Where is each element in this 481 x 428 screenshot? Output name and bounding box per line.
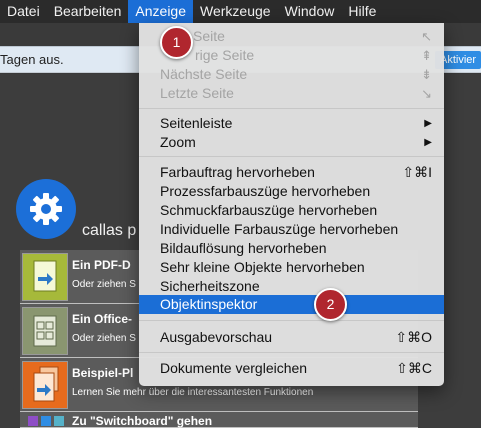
row-subtitle: Oder ziehen S [72,333,136,344]
menu-item-label: Seitenleiste [160,115,233,131]
menu-item-last-page: Letzte Seite ↘ [139,84,444,103]
menu-item-color-separations[interactable]: Farbauftrag hervorheben ⇧⌘I [139,163,444,182]
page-down-icon: ⇟ [421,67,432,82]
menu-item-label: Farbauftrag hervorheben [160,164,315,180]
menubar: Datei Bearbeiten Anzeige Werkzeuge Windo… [0,0,481,23]
menu-item-label: Individuelle Farbauszüge hervorheben [160,221,399,237]
arrow-up-left-icon: ↖ [421,29,432,44]
menu-item-safety-zone[interactable]: Sicherheitszone [139,277,444,296]
callout-badge-1: 1 [160,26,193,59]
menu-item-output-preview[interactable]: Ausgabevorschau ⇧⌘O [139,328,444,347]
menu-separator [139,108,444,109]
menu-item-label: Ausgabevorschau [160,329,273,345]
menu-item-label: Seite [193,28,225,44]
anzeige-menu: Seite ↖ rige Seite ⇞ Nächste Seite ⇟ Let… [139,23,444,386]
menu-item-label: Zoom [160,134,196,150]
menu-item-label: rige Seite [195,47,255,63]
menu-item-individual-separations[interactable]: Individuelle Farbauszüge hervorheben [139,220,444,239]
menu-item-zoom[interactable]: Zoom ▶ [139,133,444,152]
page-up-icon: ⇞ [421,48,432,63]
menu-item-next-page: Nächste Seite ⇟ [139,65,444,84]
sample-files-icon [22,361,68,409]
row-subtitle: Oder ziehen S [72,279,136,290]
submenu-arrow-icon: ▶ [424,118,432,129]
switchboard-icon [28,416,68,428]
row-title: Ein PDF-D [72,258,131,272]
menu-bearbeiten[interactable]: Bearbeiten [47,0,129,23]
menu-item-spot-separations[interactable]: Schmuckfarbauszüge hervorheben [139,201,444,220]
menu-item-sidebar[interactable]: Seitenleiste ▶ [139,114,444,133]
row-title: Ein Office- [72,312,133,326]
pdf-doc-icon [22,253,68,301]
menu-item-process-separations[interactable]: Prozessfarbauszüge hervorheben [139,182,444,201]
app-title: callas p [82,222,137,239]
menu-window[interactable]: Window [278,0,342,23]
menu-item-small-objects[interactable]: Sehr kleine Objekte hervorheben [139,258,444,277]
menu-item-label: Objektinspektor [160,296,258,312]
gear-icon [30,193,62,225]
menu-item-label: Nächste Seite [160,66,248,82]
row-subtitle: Lernen Sie mehr über die interessanteste… [72,387,314,398]
menu-item-label: Sehr kleine Objekte hervorheben [160,259,365,275]
row-title: Beispiel-Pl [72,366,134,380]
submenu-arrow-icon: ▶ [424,137,432,148]
trial-info-text: Tagen aus. [0,52,64,67]
office-doc-icon [22,307,68,355]
menu-item-object-inspector[interactable]: Objektinspektor [139,295,444,314]
menu-werkzeuge[interactable]: Werkzeuge [193,0,278,23]
menu-item-label: Bildauflösung hervorheben [160,240,327,256]
menu-item-label: Schmuckfarbauszüge hervorheben [160,202,378,218]
menu-item-label: Sicherheitszone [160,278,260,294]
menu-item-label: Prozessfarbauszüge hervorheben [160,183,371,199]
menu-item-label: Dokumente vergleichen [160,360,308,376]
menu-item-shortcut: ⇧⌘C [396,360,432,376]
arrow-down-right-icon: ↘ [421,86,432,101]
menu-item-shortcut: ⇧⌘O [395,329,432,345]
row-title: Zu "Switchboard" gehen [72,414,213,428]
menu-separator [139,320,444,321]
menu-item-shortcut: ⇧⌘I [402,164,432,180]
menu-datei[interactable]: Datei [0,0,47,23]
menu-item-compare-documents[interactable]: Dokumente vergleichen ⇧⌘C [139,359,444,378]
menu-hilfe[interactable]: Hilfe [341,0,383,23]
menu-anzeige[interactable]: Anzeige [128,0,193,23]
app-gear-logo [16,179,76,239]
callout-badge-2: 2 [314,288,347,321]
menu-item-label: Letzte Seite [160,85,234,101]
menu-separator [139,352,444,353]
row-switchboard[interactable]: Zu "Switchboard" gehen [20,412,418,428]
menu-item-image-resolution[interactable]: Bildauflösung hervorheben [139,239,444,258]
menu-separator [139,156,444,157]
